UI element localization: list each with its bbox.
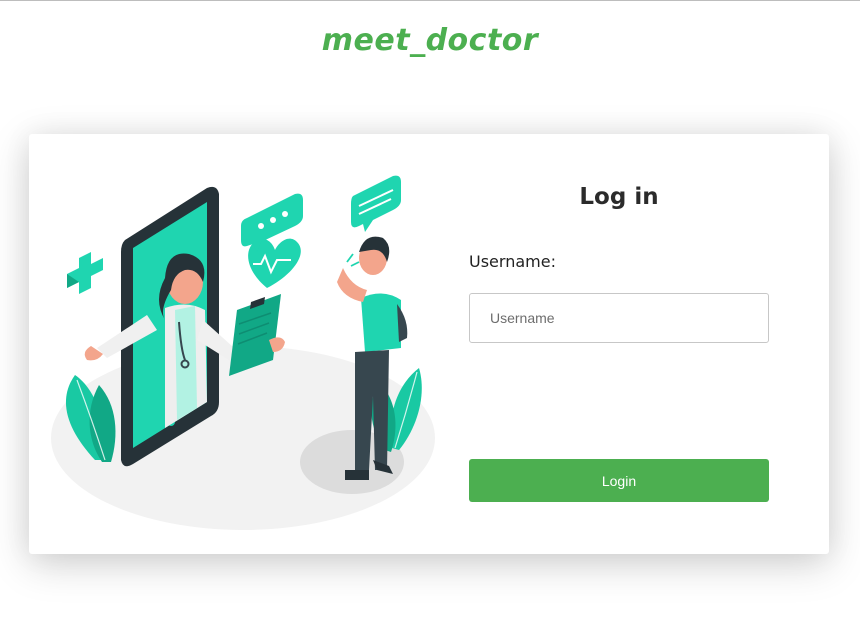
username-label: Username: bbox=[469, 252, 556, 271]
brand-title: meet_doctor bbox=[321, 23, 539, 58]
doctor-video-call-illustration bbox=[51, 175, 435, 530]
login-button[interactable]: Login bbox=[469, 459, 769, 502]
page: meet_doctor Log in Username: Username Lo… bbox=[0, 0, 860, 617]
login-card: Log in Username: Login bbox=[29, 134, 829, 554]
login-form: Log in Username: Login bbox=[469, 134, 769, 554]
form-title: Log in bbox=[579, 184, 659, 210]
username-input[interactable] bbox=[469, 293, 769, 343]
medical-cross-icon bbox=[67, 252, 103, 294]
chat-bubble-lines-icon bbox=[351, 175, 401, 232]
